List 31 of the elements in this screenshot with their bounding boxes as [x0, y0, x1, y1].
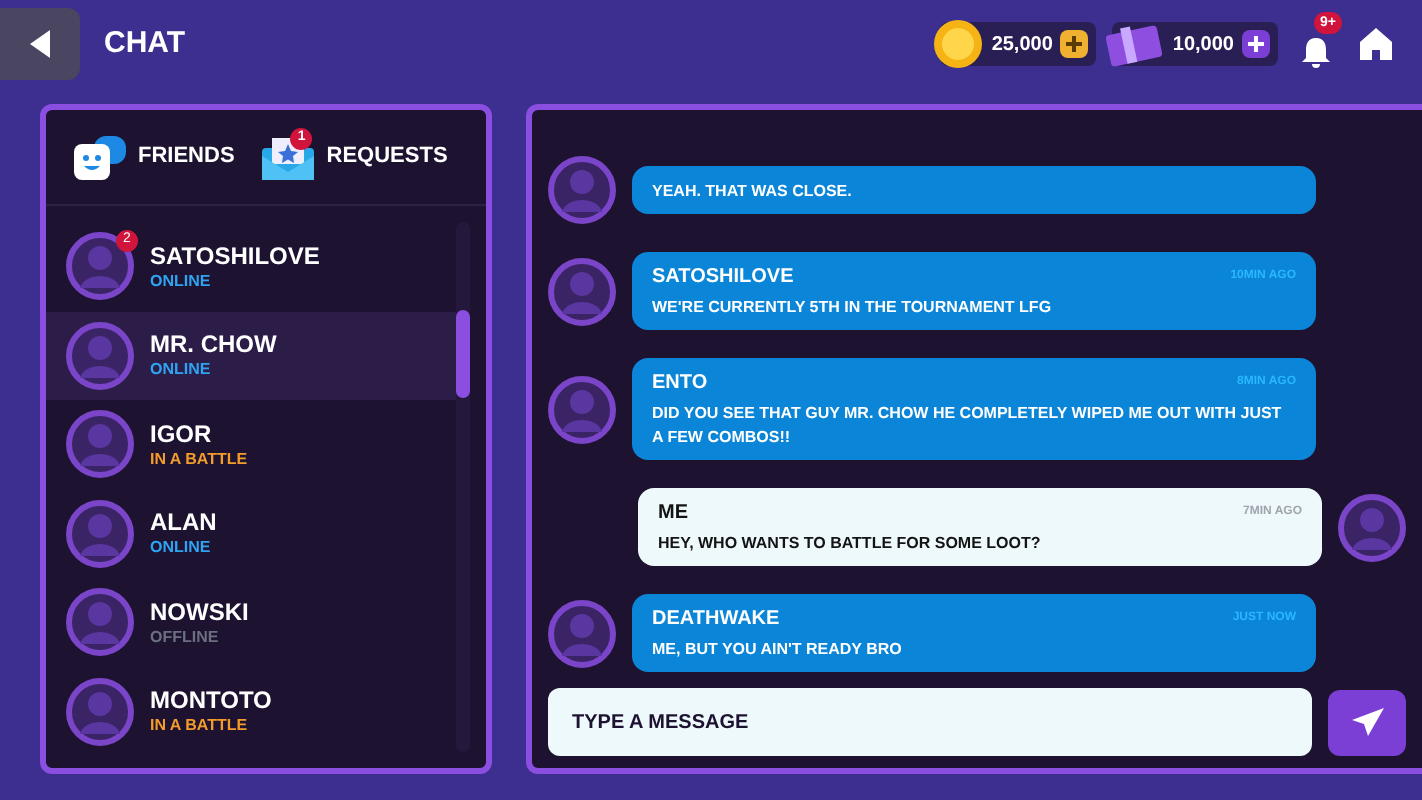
friend-status: ONLINE: [150, 271, 213, 292]
message-input[interactable]: TYPE A MESSAGE: [548, 688, 1312, 756]
sender-name: DEATHWAKE: [652, 606, 780, 634]
sender-name: ENTO: [652, 370, 708, 398]
friend-row[interactable]: IGOR IN A BATTLE: [46, 400, 456, 489]
coin-amount: 25,000: [991, 31, 1053, 59]
friend-row[interactable]: MR. CHOW ONLINE: [46, 311, 456, 400]
friend-status: IN A BATTLE: [150, 449, 248, 470]
friend-name: MR. CHOW: [150, 330, 277, 361]
friend-name: IGOR: [150, 419, 214, 450]
friend-status: IN A BATTLE: [150, 716, 250, 737]
message-text: HEY, WHO WANTS TO BATTLE FOR SOME LOOT?: [658, 532, 1043, 556]
friend-status: OFFLINE: [150, 627, 221, 648]
message-text: ME, BUT YOU AIN'T READY BRO: [652, 638, 904, 662]
friend-name: ALAN: [150, 508, 217, 539]
sender-name: SATOSHILOVE: [652, 264, 794, 292]
friend-row[interactable]: NOWSKI OFFLINE: [46, 578, 456, 667]
friend-status: ONLINE: [150, 538, 213, 559]
friend-name: MONTOTO: [150, 686, 272, 717]
friend-row[interactable]: ALAN ONLINE: [46, 489, 456, 578]
friend-name: NOWSKI: [150, 597, 249, 628]
message-text: WE'RE CURRENTLY 5TH IN THE TOURNAMENT LFG: [652, 296, 1054, 320]
message-text: YEAH. THAT WAS CLOSE.: [652, 180, 854, 204]
friend-name: SATOSHILOVE: [150, 241, 320, 272]
friend-row[interactable]: MONTOTO IN A BATTLE: [46, 667, 456, 756]
gem-amount: 10,000: [1172, 31, 1234, 59]
sender-name: ME: [658, 500, 688, 528]
friend-status: ONLINE: [150, 360, 213, 381]
tab[interactable]: FRIENDS: [62, 131, 243, 183]
message-text: DID YOU SEE THAT GUY MR. CHOW HE COMPLETELY WIPED ME OUT WITH JUST A FEW COMBOS!!: [652, 402, 1284, 450]
screen-title: CHAT: [104, 23, 186, 64]
